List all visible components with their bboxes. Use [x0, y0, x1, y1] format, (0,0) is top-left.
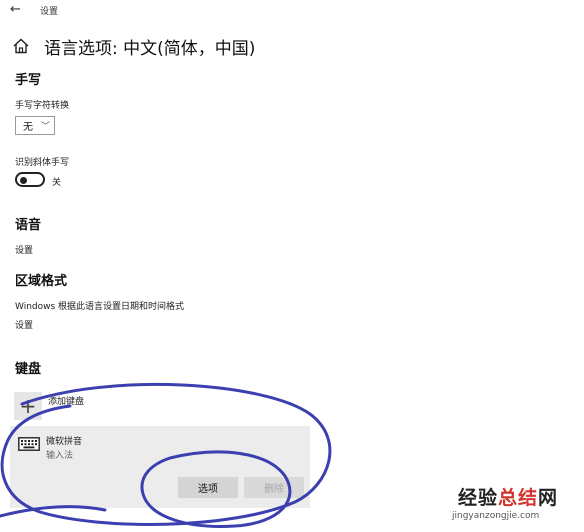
ime-type: 输入法: [46, 451, 74, 461]
italic-handwriting-label: 识别斜体手写: [15, 158, 70, 168]
ime-delete-button[interactable]: 删除: [244, 477, 304, 498]
watermark-part-1: 经验: [458, 487, 499, 509]
speech-settings-link[interactable]: 设置: [15, 243, 33, 256]
ime-name: 微软拼音: [46, 437, 83, 447]
keyboard-icon: [18, 437, 40, 451]
section-handwriting-title: 手写: [15, 73, 42, 88]
ime-options-button[interactable]: 选项: [178, 477, 238, 498]
chevron-down-icon: ﹀: [41, 122, 51, 132]
toggle-state-label: 关: [52, 178, 62, 188]
section-speech-title: 语音: [15, 218, 42, 233]
handwriting-convert-label: 手写字符转换: [15, 101, 70, 111]
region-description: Windows 根据此语言设置日期和时间格式: [15, 302, 185, 312]
watermark-url: jingyanzongjie.com: [452, 511, 540, 521]
toggle-knob: [20, 176, 27, 184]
back-arrow-icon[interactable]: ←: [10, 2, 21, 17]
handwriting-convert-dropdown[interactable]: 无 ﹀: [15, 116, 55, 135]
watermark-part-2: 总结: [498, 487, 539, 509]
add-keyboard-label[interactable]: 添加键盘: [48, 394, 84, 407]
section-keyboard-title: 键盘: [15, 362, 42, 377]
window-title: 设置: [40, 7, 59, 17]
page-title: 语言选项: 中文(简体，中国): [44, 39, 256, 59]
home-icon[interactable]: [12, 37, 30, 55]
dropdown-value: 无: [23, 122, 33, 133]
watermark-logo: 经验总结网: [458, 483, 558, 510]
italic-handwriting-toggle[interactable]: [15, 172, 45, 187]
section-region-title: 区域格式: [15, 274, 68, 289]
region-settings-link[interactable]: 设置: [15, 318, 33, 331]
watermark-part-3: 网: [538, 487, 559, 509]
plus-icon: +: [19, 394, 37, 418]
add-keyboard-button[interactable]: +: [14, 392, 42, 420]
